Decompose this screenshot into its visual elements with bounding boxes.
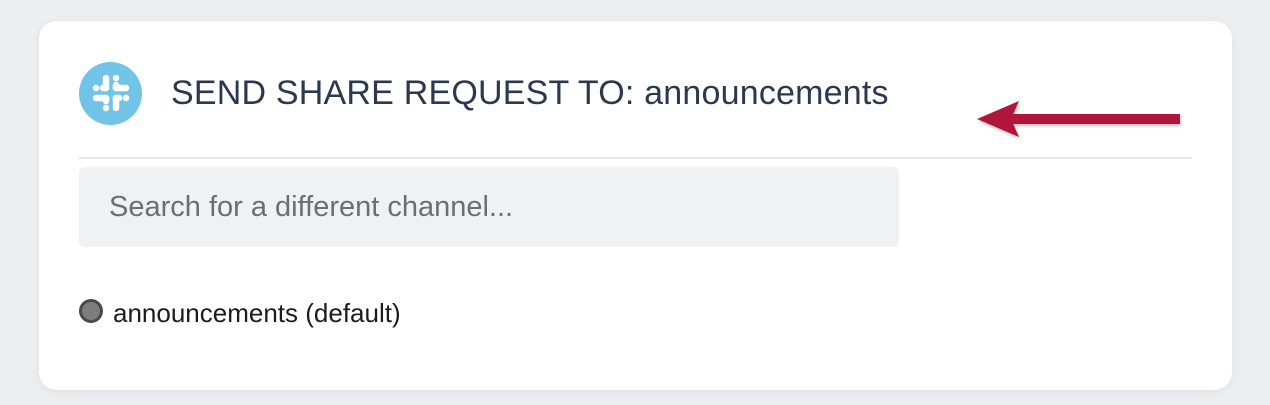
share-request-card: SEND SHARE REQUEST TO: announcements ann… bbox=[39, 21, 1232, 390]
left-arrow-icon bbox=[977, 98, 1182, 147]
channel-search-input[interactable] bbox=[79, 167, 899, 247]
channel-option-label: announcements (default) bbox=[113, 298, 401, 328]
channel-radio-button[interactable] bbox=[79, 298, 103, 323]
slack-icon bbox=[79, 61, 142, 125]
page-title: SEND SHARE REQUEST TO: announcements bbox=[171, 73, 889, 112]
header-divider bbox=[79, 157, 1192, 159]
channel-option-announcements[interactable]: announcements (default) bbox=[79, 298, 401, 329]
